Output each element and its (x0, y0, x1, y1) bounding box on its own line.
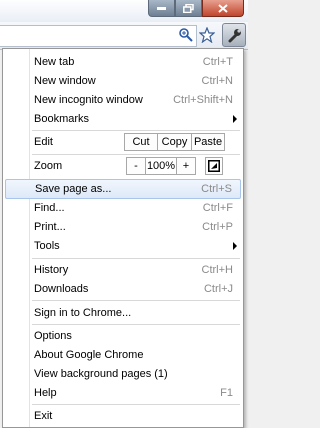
menu-item-shortcut: Ctrl+T (202, 55, 233, 68)
search-icon[interactable] (178, 27, 194, 43)
menu-item-view-background-pages[interactable]: View background pages (1) (5, 364, 241, 383)
menu-separator (32, 258, 240, 259)
window-controls (148, 0, 244, 18)
menu-item-help[interactable]: Help F1 (5, 383, 241, 402)
menu-item-label: View background pages (1) (34, 367, 168, 380)
menu-item-options[interactable]: Options (5, 326, 241, 345)
menu-item-label: Downloads (34, 282, 89, 295)
menu-item-label: History (34, 263, 69, 276)
omnibox[interactable] (0, 25, 197, 47)
submenu-arrow-icon (233, 241, 237, 250)
minimize-button[interactable] (148, 0, 175, 17)
menu-item-shortcut: Ctrl+H (201, 263, 233, 276)
menu-item-label: About Google Chrome (34, 348, 144, 361)
fullscreen-button[interactable] (205, 157, 223, 175)
window-title-bar (0, 0, 248, 23)
menu-item-label: Tools (34, 239, 60, 252)
menu-item-shortcut: Ctrl+S (201, 183, 232, 195)
restore-button[interactable] (175, 0, 202, 17)
submenu-arrow-icon (233, 114, 237, 123)
menu-separator (32, 300, 240, 301)
menu-item-label: Sign in to Chrome... (34, 306, 132, 319)
menu-item-label: Print... (34, 220, 66, 233)
menu-item-bookmarks[interactable]: Bookmarks (5, 109, 241, 128)
menu-item-shortcut: Ctrl+P (202, 220, 233, 233)
menu-item-new-incognito-window[interactable]: New incognito window Ctrl+Shift+N (5, 90, 241, 109)
wrench-menu-button[interactable] (222, 23, 246, 47)
star-icon[interactable] (199, 27, 215, 43)
menu-item-downloads[interactable]: Downloads Ctrl+J (5, 279, 241, 298)
menu-item-find[interactable]: Find... Ctrl+F (5, 198, 241, 217)
menu-item-tools[interactable]: Tools (5, 236, 241, 255)
paste-button[interactable]: Paste (191, 133, 225, 151)
close-icon (218, 3, 228, 13)
wrench-icon (228, 28, 241, 42)
menu-item-label: Find... (34, 201, 65, 214)
menu-item-shortcut: Ctrl+N (201, 74, 233, 87)
zoom-in-button[interactable]: + (176, 157, 196, 175)
menu-item-new-tab[interactable]: New tab Ctrl+T (5, 52, 241, 71)
menu-item-sign-in[interactable]: Sign in to Chrome... (5, 303, 241, 322)
menu-item-new-window[interactable]: New window Ctrl+N (5, 71, 241, 90)
menu-item-save-page-as[interactable]: Save page as... Ctrl+S (5, 179, 241, 199)
menu-separator (32, 404, 240, 405)
close-button[interactable] (202, 0, 244, 17)
menu-item-print[interactable]: Print... Ctrl+P (5, 217, 241, 236)
menu-item-label: Save page as... (35, 183, 112, 195)
menu-item-about-google-chrome[interactable]: About Google Chrome (5, 345, 241, 364)
menu-separator (32, 324, 240, 325)
menu-item-history[interactable]: History Ctrl+H (5, 260, 241, 279)
menu-item-label: New incognito window (34, 93, 143, 106)
browser-toolbar (0, 22, 248, 50)
menu-item-label: Bookmarks (34, 112, 90, 125)
fullscreen-icon (208, 160, 220, 172)
menu-item-label: New window (34, 74, 96, 87)
chrome-menu: New tab Ctrl+T New window Ctrl+N New inc… (2, 48, 244, 428)
menu-item-shortcut: Ctrl+Shift+N (173, 93, 233, 106)
maximize-icon (183, 3, 194, 13)
menu-item-shortcut: Ctrl+F (202, 201, 233, 214)
zoom-level-display: 100% (145, 157, 177, 175)
menu-item-label: Zoom (34, 160, 63, 172)
copy-button[interactable]: Copy (157, 133, 192, 151)
menu-item-shortcut: Ctrl+J (203, 282, 233, 295)
cut-button[interactable]: Cut (124, 133, 158, 151)
menu-item-label: Edit (34, 136, 53, 148)
menu-item-label: Help (34, 386, 57, 399)
zoom-control-group: - 100% + (126, 157, 196, 175)
edit-button-group: Cut Copy Paste (124, 133, 225, 151)
minimize-icon (157, 7, 166, 10)
menu-item-exit[interactable]: Exit (5, 406, 241, 425)
zoom-out-button[interactable]: - (126, 157, 146, 175)
menu-item-shortcut: F1 (220, 386, 233, 399)
menu-item-label: New tab (34, 55, 75, 68)
menu-item-label: Options (34, 329, 72, 342)
menu-item-label: Exit (34, 409, 53, 422)
